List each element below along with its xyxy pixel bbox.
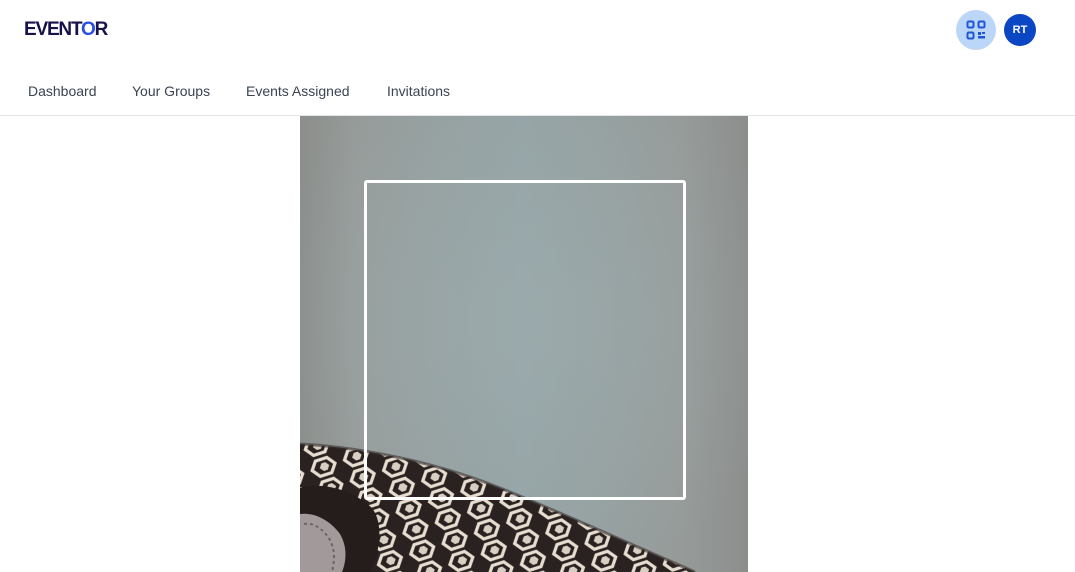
qr-scanner-button[interactable] <box>956 10 996 50</box>
top-header: EVENTOR RT <box>0 0 1075 62</box>
nav-dashboard[interactable]: Dashboard <box>28 82 97 100</box>
scan-frame <box>364 180 686 500</box>
eventor-logo[interactable]: EVENTOR <box>24 19 108 41</box>
user-avatar[interactable]: RT <box>1004 14 1036 46</box>
nav-invitations[interactable]: Invitations <box>387 82 450 100</box>
qr-code-icon <box>966 20 986 40</box>
nav-your-groups[interactable]: Your Groups <box>132 82 210 100</box>
app-root: EVENTOR RT Dashboard Your Groups Events … <box>0 0 1075 572</box>
main-nav: Dashboard Your Groups Events Assigned In… <box>0 62 1075 116</box>
nav-events-assigned[interactable]: Events Assigned <box>246 82 350 100</box>
camera-preview <box>300 116 748 572</box>
